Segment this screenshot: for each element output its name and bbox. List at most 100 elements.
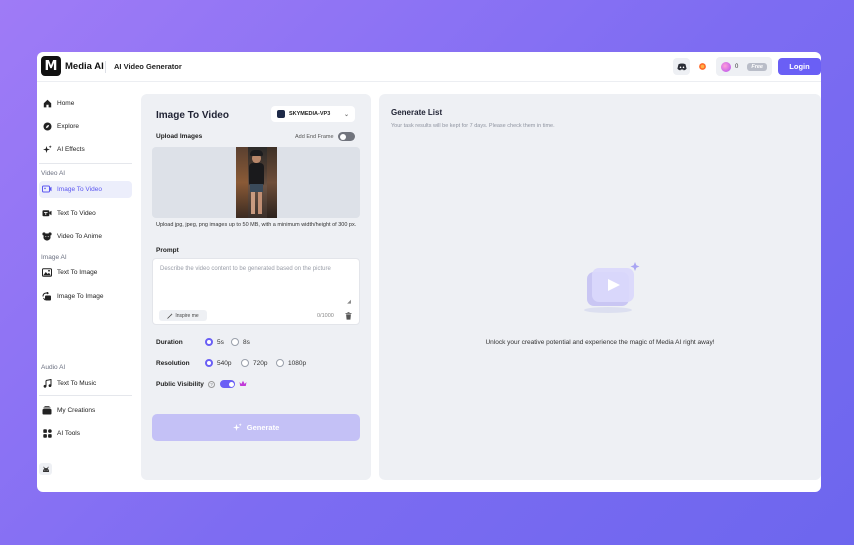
android-icon	[42, 466, 49, 472]
sidebar-item-ai-tools[interactable]: AI Tools	[39, 425, 132, 442]
radio-unselected-icon	[231, 338, 239, 346]
offer-button[interactable]	[694, 58, 711, 75]
sidebar-item-image-to-video[interactable]: Image To Video	[39, 181, 132, 198]
resolution-option-label: 540p	[217, 359, 232, 367]
resolution-option-label: 1080p	[288, 359, 307, 367]
duration-label: Duration	[156, 339, 183, 346]
sidebar-item-home[interactable]: Home	[39, 95, 132, 112]
sidebar-divider	[39, 163, 132, 164]
text-video-icon	[42, 209, 52, 219]
sparkles-icon	[42, 145, 52, 155]
end-frame-label: Add End Frame	[295, 134, 334, 140]
sidebar-item-video-to-anime[interactable]: Video To Anime	[39, 228, 132, 245]
resolution-option-720p[interactable]: 720p	[241, 359, 267, 367]
fire-icon	[699, 63, 706, 70]
sidebar-item-label: Image To Video	[57, 186, 102, 193]
radio-unselected-icon	[276, 359, 284, 367]
sidebar-item-text-to-music[interactable]: Text To Music	[39, 375, 132, 392]
model-select[interactable]: SKYMEDIA-VP3 ⌄	[271, 106, 355, 122]
sidebar-item-label: Image To Image	[57, 293, 104, 300]
help-icon[interactable]: ?	[208, 381, 215, 388]
brand-logo[interactable]: M	[41, 56, 61, 76]
prompt-textarea[interactable]: Describe the video content to be generat…	[152, 258, 360, 325]
image-upload-area[interactable]	[152, 147, 360, 218]
music-icon	[42, 379, 52, 389]
tools-icon	[42, 429, 52, 439]
login-button[interactable]: Login	[778, 58, 821, 75]
trash-icon[interactable]	[344, 312, 352, 320]
sidebar-item-my-creations[interactable]: My Creations	[39, 402, 132, 419]
section-label-video: Video AI	[41, 170, 66, 177]
sidebar-divider	[39, 395, 132, 396]
prompt-placeholder: Describe the video content to be generat…	[160, 266, 331, 272]
discord-button[interactable]	[673, 58, 690, 75]
image-video-icon	[42, 185, 52, 195]
upload-hint: Upload jpg, jpeg, png images up to 50 MB…	[156, 222, 357, 228]
generate-list-title: Generate List	[391, 108, 443, 117]
text-image-icon	[42, 268, 52, 278]
credits-count: 0	[735, 63, 739, 70]
generate-label: Generate	[246, 423, 280, 432]
compass-icon	[42, 122, 52, 132]
sidebar-item-label: Text To Music	[57, 380, 97, 387]
sidebar-item-explore[interactable]: Explore	[39, 118, 132, 135]
generator-form: Image To Video SKYMEDIA-VP3 ⌄ Upload Ima…	[141, 94, 371, 480]
sidebar-item-label: AI Tools	[57, 430, 81, 437]
sidebar-item-text-to-image[interactable]: Text To Image	[39, 264, 132, 281]
discord-icon	[676, 63, 687, 70]
radio-unselected-icon	[241, 359, 249, 367]
home-icon	[42, 99, 52, 109]
credits-gem-icon	[721, 61, 731, 72]
generate-button[interactable]: Generate	[152, 414, 360, 441]
sparkles-icon	[232, 423, 242, 431]
plan-badge: Free	[747, 62, 767, 71]
empty-state-message: Unlock your creative potential and exper…	[485, 339, 715, 346]
sidebar-item-label: Text To Image	[57, 269, 98, 276]
sidebar-item-label: Video To Anime	[57, 233, 102, 240]
magic-wand-icon	[167, 312, 174, 319]
brand-name[interactable]: Media AI	[65, 61, 104, 72]
sidebar-item-label: Home	[57, 100, 75, 107]
resolution-option-540p[interactable]: 540p	[205, 359, 231, 367]
crown-icon	[238, 379, 247, 388]
inspire-me-label: Inspire me	[175, 312, 199, 319]
radio-selected-icon	[205, 338, 213, 346]
android-app-button[interactable]	[39, 463, 52, 475]
sidebar-item-label: My Creations	[57, 407, 96, 414]
sidebar-item-ai-effects[interactable]: AI Effects	[39, 141, 132, 158]
empty-video-illustration-icon	[584, 262, 640, 313]
inspire-me-button[interactable]: Inspire me	[159, 310, 207, 321]
sidebar: Home Explore AI Effects Video AI Image T…	[37, 83, 137, 492]
sidebar-item-image-to-image[interactable]: Image To Image	[39, 288, 132, 305]
resolution-label: Resolution	[156, 360, 190, 367]
resolution-option-1080p[interactable]: 1080p	[276, 359, 306, 367]
public-visibility-toggle[interactable]	[220, 380, 235, 388]
sidebar-item-label: Text To Video	[57, 210, 96, 217]
radio-selected-icon	[205, 359, 213, 367]
visibility-label: Public Visibility	[156, 381, 204, 388]
resize-handle-icon[interactable]: ◢	[347, 299, 351, 305]
generate-list-subtitle: Your task results will be kept for 7 day…	[391, 123, 555, 129]
anime-icon	[42, 232, 52, 242]
prompt-label: Prompt	[156, 247, 179, 254]
duration-option-8s[interactable]: 8s	[231, 338, 250, 346]
image-image-icon	[42, 292, 52, 302]
model-name: SKYMEDIA-VP3	[289, 111, 331, 117]
duration-option-5s[interactable]: 5s	[205, 338, 224, 346]
creations-icon	[42, 406, 52, 416]
resolution-option-label: 720p	[253, 359, 268, 367]
chevron-down-icon: ⌄	[343, 111, 349, 118]
section-label-audio: Audio AI	[41, 364, 66, 371]
duration-option-label: 5s	[217, 338, 224, 346]
upload-label: Upload Images	[156, 133, 203, 140]
top-divider	[105, 61, 106, 73]
section-label-image: Image AI	[41, 254, 67, 261]
end-frame-toggle[interactable]	[338, 132, 355, 141]
uploaded-image-preview	[235, 147, 277, 218]
model-icon	[277, 110, 285, 118]
char-counter: 0/1000	[317, 313, 334, 319]
sidebar-item-label: Explore	[57, 123, 80, 130]
app-window: M Media AI AI Video Generator 0 Free Log…	[37, 52, 821, 492]
sidebar-item-text-to-video[interactable]: Text To Video	[39, 205, 132, 222]
credits-pill[interactable]: 0 Free	[716, 57, 772, 76]
